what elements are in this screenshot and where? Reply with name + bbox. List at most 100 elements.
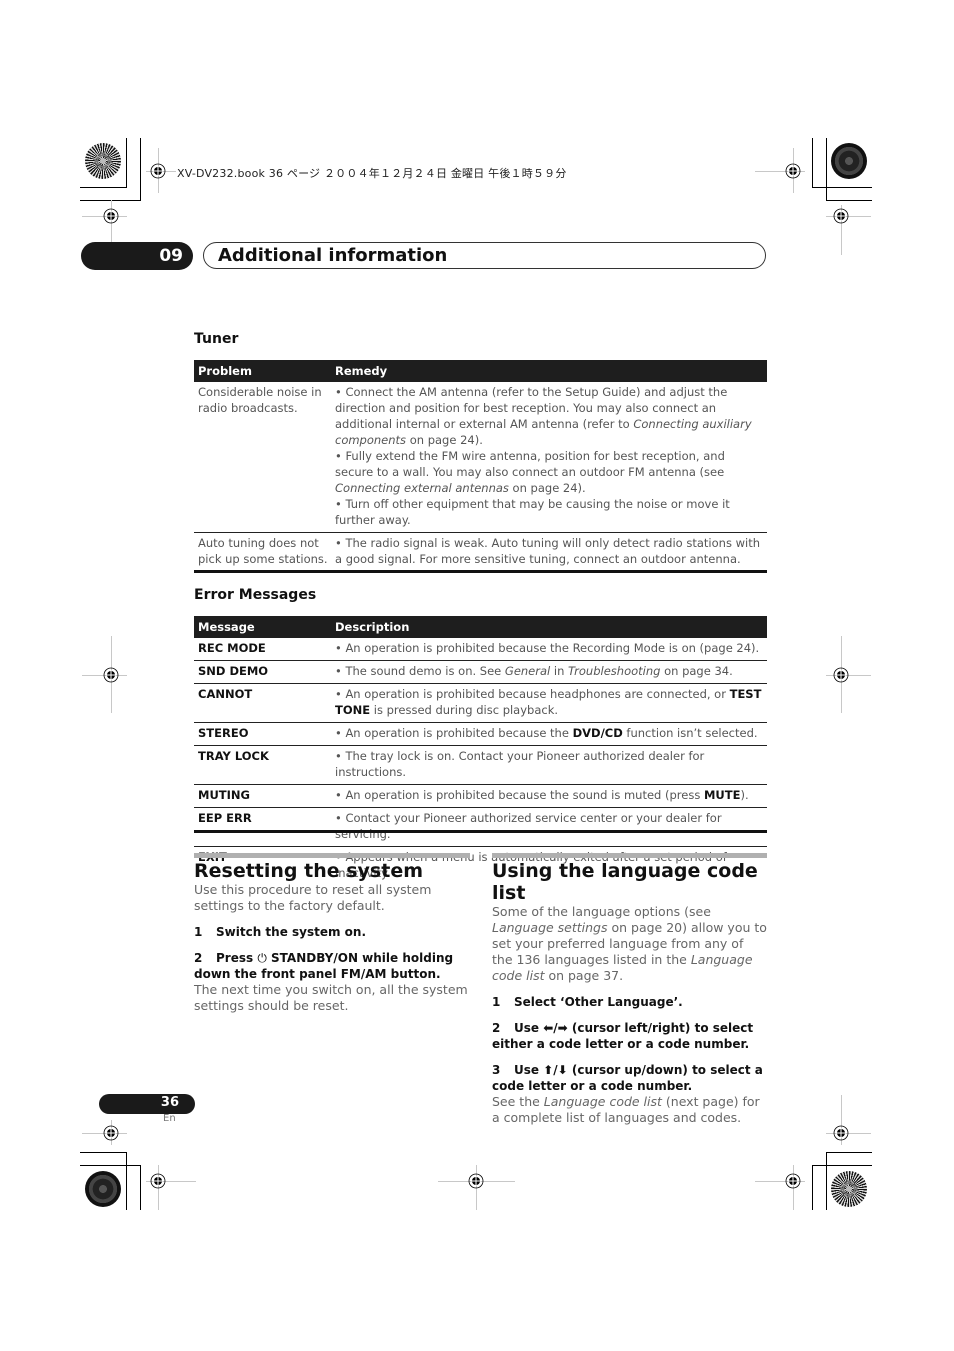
crosshair-icon — [833, 208, 849, 224]
body-text: Some of the language options (see — [492, 904, 711, 919]
table-row: SND DEMO • The sound demo is on. See Gen… — [194, 660, 767, 684]
resetting-result: The next time you switch on, all the sys… — [194, 982, 468, 1013]
cursor-left-right-icon: ⬅/➡ — [543, 1021, 568, 1035]
registration-starburst-icon — [831, 143, 867, 179]
table-row: STEREO • An operation is prohibited beca… — [194, 722, 767, 746]
step-1: 1 Switch the system on. — [194, 924, 470, 940]
description-text: is pressed during disc playback. — [370, 703, 559, 717]
message-cell: CANNOT — [194, 683, 331, 723]
description-cell: • An operation is prohibited because the… — [331, 722, 767, 746]
remedy-text: • Fully extend the FM wire antenna, posi… — [335, 449, 725, 479]
description-text: ). — [740, 788, 749, 802]
error-messages-table: Message Description REC MODE • An operat… — [194, 616, 767, 885]
step-number: 1 — [194, 925, 203, 939]
cross-reference: Troubleshooting — [568, 664, 661, 678]
message-cell: STEREO — [194, 722, 331, 746]
description-text: • The tray lock is on. Contact your Pion… — [335, 749, 705, 779]
section-rule — [194, 853, 470, 858]
column-header-description: Description — [331, 616, 767, 638]
crop-mark — [812, 187, 872, 188]
registration-starburst-icon — [85, 143, 121, 179]
description-text: • An operation is prohibited because the… — [335, 788, 704, 802]
description-text: function isn’t selected. — [622, 726, 758, 740]
crop-mark — [140, 1165, 141, 1210]
error-messages-heading: Error Messages — [194, 587, 317, 603]
step-2: 2 Press ⏻ STANDBY/ON while holding down t… — [194, 950, 470, 982]
remedy-item: • Connect the AM antenna (refer to the S… — [335, 384, 764, 448]
step-text: Use — [514, 1021, 544, 1035]
crop-mark — [812, 1165, 872, 1166]
step-number: 2 — [194, 951, 203, 965]
step-text: Press — [216, 951, 258, 965]
button-name: MUTE — [703, 788, 741, 802]
description-text: • The sound demo is on. See — [335, 664, 505, 678]
crop-mark — [812, 1165, 813, 1210]
body-text: See the — [492, 1094, 544, 1109]
registration-starburst-icon — [831, 1171, 867, 1207]
language-section: Using the language code list Some of the… — [492, 853, 767, 1126]
crosshair-icon — [785, 163, 801, 179]
button-name: DVD/CD — [572, 726, 623, 740]
step-text: Switch the system on. — [216, 925, 367, 939]
problem-cell: Considerable noise in radio broadcasts. — [198, 385, 322, 415]
remedy-text: on page 24). — [508, 481, 586, 495]
step-number: 3 — [492, 1063, 501, 1077]
language-heading: Using the language code list — [492, 860, 758, 904]
table-row: EEP ERR • Contact your Pioneer authorize… — [194, 807, 767, 847]
cross-reference: General — [504, 664, 551, 678]
problem-cell: Auto tuning does not pick up some statio… — [194, 532, 331, 571]
table-row: CANNOT • An operation is prohibited beca… — [194, 683, 767, 723]
crop-mark — [80, 1165, 141, 1166]
crosshair-icon — [833, 1125, 849, 1141]
description-cell: • Contact your Pioneer authorized servic… — [331, 807, 767, 847]
crop-mark — [812, 138, 813, 188]
crop-mark — [826, 1152, 827, 1210]
chapter-number: 09 — [159, 246, 183, 266]
chapter-title: Additional information — [218, 245, 448, 266]
chapter-title-box: Additional information — [203, 242, 766, 269]
remedy-item: • Turn off other equipment that may be c… — [335, 496, 764, 528]
message-cell: EEP ERR — [194, 807, 331, 847]
crop-mark — [80, 1152, 127, 1153]
language-intro: Some of the language options (see Langua… — [492, 904, 767, 984]
remedy-cell: • Connect the AM antenna (refer to the S… — [331, 382, 767, 533]
crosshair-icon — [785, 1173, 801, 1189]
message-cell: SND DEMO — [194, 660, 331, 684]
crosshair-icon — [468, 1173, 484, 1189]
step-text: Select ‘Other Language’. — [514, 995, 683, 1009]
crosshair-icon — [103, 1125, 119, 1141]
cross-reference: Language settings — [492, 920, 608, 935]
column-header-remedy: Remedy — [331, 360, 767, 382]
remedy-text: on page 24). — [406, 433, 483, 447]
message-cell: TRAY LOCK — [194, 745, 331, 785]
remedy-text: • Turn off other equipment that may be c… — [335, 497, 730, 527]
column-header-message: Message — [194, 616, 331, 638]
page-number: 36 — [160, 1095, 179, 1110]
tuner-table: Problem Remedy Considerable noise in rad… — [194, 360, 767, 571]
table-row: REC MODE • An operation is prohibited be… — [194, 638, 767, 661]
step-2: 2 Use ⬅/➡ (cursor left/right) to select e… — [492, 1020, 767, 1052]
description-text: in — [550, 664, 569, 678]
crosshair-icon — [150, 1173, 166, 1189]
table-header-row: Problem Remedy — [194, 360, 767, 382]
table-bottom-rule — [194, 830, 767, 833]
description-text: • An operation is prohibited because hea… — [335, 687, 730, 701]
description-text: • Contact your Pioneer authorized servic… — [335, 811, 722, 841]
table-row: TRAY LOCK • The tray lock is on. Contact… — [194, 745, 767, 785]
print-header: XV-DV232.book 36 ページ ２００４年１２月２４日 金曜日 午後１… — [177, 167, 567, 180]
cursor-up-down-icon: ⬆/⬇ — [543, 1063, 568, 1077]
resetting-section: Resetting the system Use this procedure … — [194, 853, 470, 1014]
page-number-badge: 36 — [99, 1094, 195, 1114]
description-text: on page 34. — [660, 664, 733, 678]
crop-mark — [826, 200, 872, 201]
crosshair-icon — [150, 163, 166, 179]
step-1: 1 Select ‘Other Language’. — [492, 994, 767, 1010]
crop-mark — [126, 1152, 127, 1210]
crop-mark — [826, 1152, 872, 1153]
body-text: on page 37. — [544, 968, 624, 983]
table-header-row: Message Description — [194, 616, 767, 638]
remedy-cell: • The radio signal is weak. Auto tuning … — [331, 532, 767, 571]
resetting-intro: Use this procedure to reset all system s… — [194, 882, 432, 913]
crosshair-icon — [833, 667, 849, 683]
table-bottom-rule — [194, 570, 767, 573]
